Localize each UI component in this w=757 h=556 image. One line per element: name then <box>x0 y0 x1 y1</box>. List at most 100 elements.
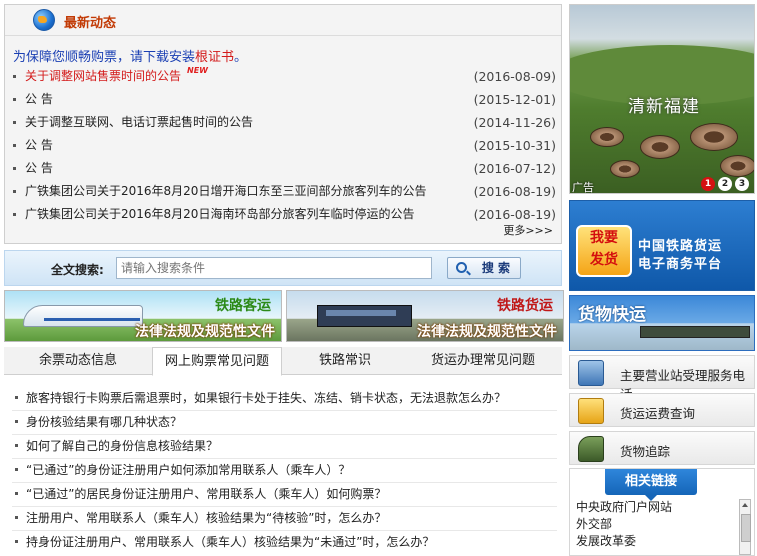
related-link[interactable]: 中央政府门户网站 <box>576 499 672 516</box>
search-button-label: 搜 索 <box>481 261 510 275</box>
news-title: 最新动态 <box>64 16 117 31</box>
divider <box>5 35 561 36</box>
news-item-title[interactable]: 公 告 <box>25 138 53 152</box>
tulou-image <box>590 127 624 147</box>
news-item-title[interactable]: 公 告 <box>25 161 53 175</box>
faq-item[interactable]: 如何了解自己的身份信息核验结果？ <box>4 436 218 456</box>
carousel-dot[interactable]: 1 <box>701 177 715 191</box>
tab-railway-knowledge[interactable]: 铁路常识 <box>282 347 408 375</box>
links-scrollbar[interactable] <box>739 499 751 555</box>
search-bar: 全文搜索: 搜 索 <box>4 250 562 286</box>
faq-item[interactable]: 持身份证注册用户、常用联系人（乘车人）核验结果为“未通过”时，怎么办？ <box>4 532 434 552</box>
news-item[interactable]: 关于调整互联网、电话订票起售时间的公告 (2014-11-26) <box>11 111 556 134</box>
news-item-date: (2015-12-01) <box>473 92 556 107</box>
divider <box>12 434 557 435</box>
freight-ecommerce-banner[interactable]: 我要 发货 中国铁路货运 电子商务平台 <box>569 200 755 291</box>
tulou-image <box>720 155 754 177</box>
fast-freight-banner[interactable]: 货物快运 <box>569 295 755 351</box>
news-item-date: (2016-07-12) <box>473 161 556 176</box>
news-item-title[interactable]: 公 告 <box>25 92 53 106</box>
news-more-link[interactable]: 更多>>> <box>503 222 553 238</box>
tulou-image <box>690 123 738 151</box>
locomotive-icon <box>578 436 604 462</box>
cargo-tracking-link[interactable]: 货物追踪 <box>569 431 755 465</box>
news-item-date: (2015-10-31) <box>473 138 556 153</box>
root-cert-link[interactable]: 根证书 <box>195 50 234 65</box>
fujian-tourism-ad[interactable]: 清新福建 广告 1 2 3 <box>569 4 755 194</box>
search-icon <box>456 262 467 273</box>
freight-law-banner[interactable]: 铁路货运 法律法规及规范性文件 <box>286 290 564 342</box>
related-links-title: 相关链接 <box>605 469 697 501</box>
tab-ticket-availability[interactable]: 余票动态信息 <box>4 347 152 375</box>
banner-subtitle: 法律法规及规范性文件 <box>135 324 275 340</box>
carousel-dot[interactable]: 2 <box>718 177 732 191</box>
news-item-title[interactable]: 关于调整互联网、电话订票起售时间的公告 <box>25 115 253 129</box>
new-badge: NEW <box>187 66 208 75</box>
sign-top-text: 我要 <box>590 230 618 246</box>
divider <box>12 410 557 411</box>
calculator-icon <box>578 398 604 424</box>
news-item-date: (2016-08-09) <box>473 69 556 84</box>
news-item-date: (2014-11-26) <box>473 115 556 130</box>
faq-item[interactable]: “已通过”的身份证注册用户如何添加常用联系人（乘车人）？ <box>4 460 350 480</box>
banner-title: 铁路货运 <box>497 298 553 314</box>
divider <box>12 458 557 459</box>
news-item-title[interactable]: 广铁集团公司关于2016年8月20日海南环岛部分旅客列车临时停运的公告 <box>25 207 414 221</box>
related-link[interactable]: 发展改革委 <box>576 533 672 550</box>
banner-subtitle: 法律法规及规范性文件 <box>417 324 557 340</box>
news-item[interactable]: 广铁集团公司关于2016年8月20日增开海口东至三亚间部分旅客列车的公告 (201… <box>11 180 556 203</box>
cert-notice-text: 为保障您顺畅购票，请下载安装 <box>13 50 196 65</box>
freight-train-image <box>317 305 412 327</box>
news-item[interactable]: 公 告 (2015-12-01) <box>11 88 556 111</box>
sign-bottom-text: 发货 <box>590 252 618 268</box>
platform-line-2: 电子商务平台 <box>638 257 723 272</box>
ship-goods-sign: 我要 发货 <box>576 225 632 277</box>
faq-item[interactable]: 身份核验结果有哪几种状态？ <box>4 412 182 432</box>
ad-label: 广告 <box>572 181 594 194</box>
passenger-law-banner[interactable]: 铁路客运 法律法规及规范性文件 <box>4 290 282 342</box>
faq-list: 旅客持银行卡购票后需退票时，如果银行卡处于挂失、冻结、销卡状态，无法退款怎么办？… <box>4 376 562 556</box>
news-item[interactable]: 广铁集团公司关于2016年8月20日海南环岛部分旅客列车临时停运的公告 (2016… <box>11 203 556 226</box>
cert-notice-suffix: 。 <box>234 50 248 65</box>
news-item[interactable]: 公 告 (2016-07-12) <box>11 157 556 180</box>
search-button[interactable]: 搜 索 <box>447 257 521 279</box>
tulou-image <box>640 135 680 159</box>
fast-freight-title: 货物快运 <box>578 305 646 325</box>
related-links-list: 中央政府门户网站 外交部 发展改革委 <box>576 499 672 550</box>
tab-freight-faq[interactable]: 货运办理常见问题 <box>408 347 558 375</box>
carousel-dot[interactable]: 3 <box>735 177 749 191</box>
news-item[interactable]: 公 告 (2015-10-31) <box>11 134 556 157</box>
divider <box>12 482 557 483</box>
faq-item[interactable]: “已通过”的居民身份证注册用户、常用联系人（乘车人）如何购票？ <box>4 484 386 504</box>
globe-icon <box>33 9 55 31</box>
banner-title: 铁路客运 <box>215 298 271 314</box>
platform-line-1: 中国铁路货运 <box>638 239 723 254</box>
service-hotline-link[interactable]: 主要营业站受理服务电话 <box>569 355 755 402</box>
divider <box>12 506 557 507</box>
search-label: 全文搜索: <box>51 263 104 277</box>
news-item-title[interactable]: 广铁集团公司关于2016年8月20日增开海口东至三亚间部分旅客列车的公告 <box>25 184 426 198</box>
ad-caption: 清新福建 <box>628 97 700 117</box>
freight-train-image <box>640 326 750 338</box>
tab-online-booking-faq[interactable]: 网上购票常见问题 <box>152 347 282 376</box>
news-item-title[interactable]: 关于调整网站售票时间的公告 <box>25 69 181 83</box>
news-item-date: (2016-08-19) <box>473 184 556 199</box>
freight-fee-query-link[interactable]: 货运运费查询 <box>569 393 755 427</box>
news-panel: 最新动态 为保障您顺畅购票，请下载安装根证书。 关于调整网站售票时间的公告 NEW… <box>4 4 562 244</box>
divider <box>12 530 557 531</box>
news-item[interactable]: 关于调整网站售票时间的公告 NEW (2016-08-09) <box>11 65 556 88</box>
news-header: 最新动态 <box>5 5 561 35</box>
info-tabs: 余票动态信息 网上购票常见问题 铁路常识 货运办理常见问题 <box>4 347 562 376</box>
service-label: 货物追踪 <box>620 444 671 459</box>
faq-item[interactable]: 注册用户、常用联系人（乘车人）核验结果为“待核验”时，怎么办？ <box>4 508 386 528</box>
phone-icon <box>578 360 604 386</box>
search-input[interactable] <box>116 257 432 279</box>
news-list: 关于调整网站售票时间的公告 NEW (2016-08-09) 公 告 (2015-12… <box>11 65 556 226</box>
related-link[interactable]: 外交部 <box>576 516 672 533</box>
cert-notice: 为保障您顺畅购票，请下载安装根证书。 <box>13 46 247 65</box>
service-label: 货运运费查询 <box>620 406 696 421</box>
bullet-train-image <box>23 305 143 327</box>
related-links-panel: 相关链接 中央政府门户网站 外交部 发展改革委 <box>569 468 755 556</box>
tulou-image <box>610 160 640 178</box>
faq-item[interactable]: 旅客持银行卡购票后需退票时，如果银行卡处于挂失、冻结、销卡状态，无法退款怎么办？ <box>4 388 506 408</box>
